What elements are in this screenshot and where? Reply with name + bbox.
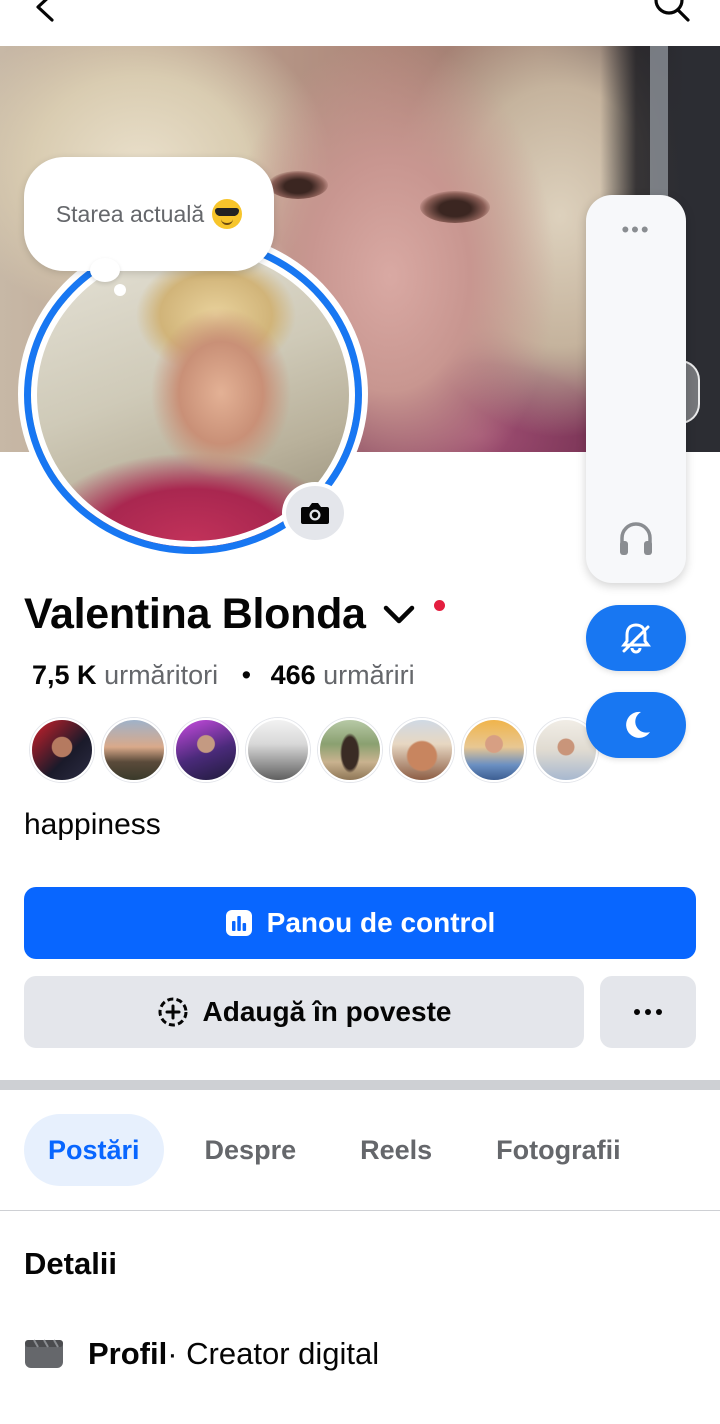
follower-avatar[interactable]	[390, 718, 454, 782]
add-story-button[interactable]: Adaugă în poveste	[24, 976, 584, 1048]
followers-count[interactable]: 7,5 K	[32, 660, 97, 690]
add-story-icon	[157, 996, 189, 1028]
sunglasses-emoji-icon	[212, 199, 243, 229]
more-icon[interactable]: •••	[586, 217, 686, 243]
search-icon[interactable]	[652, 0, 692, 24]
follower-avatar[interactable]	[30, 718, 94, 782]
profile-bio: happiness	[24, 808, 161, 841]
profile-name-row: Valentina Blonda	[24, 590, 445, 639]
top-bar	[0, 0, 720, 46]
status-text: Starea actuală	[55, 200, 205, 227]
details-heading: Detalii	[24, 1246, 118, 1281]
follower-avatar[interactable]	[174, 718, 238, 782]
tab-photos[interactable]: Fotografii	[472, 1114, 644, 1186]
following-count[interactable]: 466	[271, 660, 316, 690]
moon-icon	[626, 711, 650, 738]
cover-detail	[268, 171, 328, 199]
followers-label[interactable]: urmăritori	[104, 660, 218, 690]
camera-icon	[301, 503, 329, 524]
follower-avatar[interactable]	[318, 718, 382, 782]
floating-panel: •••	[586, 195, 686, 583]
follower-avatar[interactable]	[246, 718, 310, 782]
profile-name: Valentina Blonda	[24, 590, 366, 638]
chevron-down-icon[interactable]	[382, 603, 416, 627]
notification-dot	[433, 600, 445, 611]
back-icon[interactable]	[30, 0, 64, 24]
camera-button[interactable]	[282, 482, 348, 544]
tab-about[interactable]: Despre	[181, 1114, 321, 1186]
detail-profile-value: · Creator digital	[167, 1336, 380, 1371]
headphones-icon[interactable]	[618, 522, 654, 556]
stats-separator: •	[241, 660, 252, 690]
detail-profile-category: Profil · Creator digital	[24, 1336, 379, 1372]
dark-mode-button[interactable]	[586, 692, 686, 758]
profile-category-icon	[25, 1339, 63, 1368]
dashboard-button[interactable]: Panou de control	[24, 887, 696, 959]
section-divider	[0, 1080, 720, 1090]
dashboard-label: Panou de control	[266, 907, 496, 938]
dashboard-icon	[225, 909, 253, 937]
thought-dot	[90, 258, 120, 282]
following-label[interactable]: urmăriri	[323, 660, 415, 690]
tab-reels[interactable]: Reels	[336, 1114, 456, 1186]
status-bubble[interactable]: Starea actuală	[24, 157, 274, 271]
profile-stats: 7,5 K urmăritori • 466 urmăriri	[32, 660, 415, 691]
tabs-divider	[0, 1210, 720, 1211]
follower-avatar[interactable]	[102, 718, 166, 782]
cover-detail	[420, 191, 490, 223]
detail-profile-label: Profil	[88, 1336, 168, 1371]
add-story-label: Adaugă în poveste	[202, 996, 452, 1027]
mute-notifications-button[interactable]	[586, 605, 686, 671]
profile-tabs: Postări Despre Reels Fotografii	[24, 1114, 661, 1186]
thought-dot	[114, 284, 126, 296]
follower-avatar[interactable]	[462, 718, 526, 782]
more-icon	[634, 1009, 662, 1015]
tab-posts[interactable]: Postări	[24, 1114, 164, 1186]
more-options-button[interactable]	[600, 976, 696, 1048]
bell-off-icon	[621, 623, 651, 654]
